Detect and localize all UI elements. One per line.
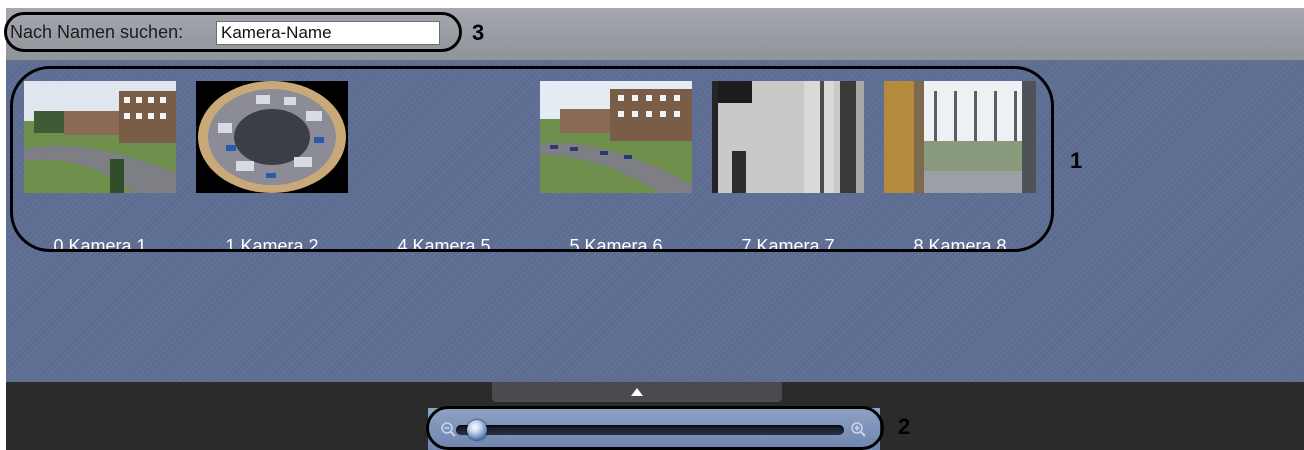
camera-tile[interactable]: 4.Kamera 5 [368,81,520,256]
zoom-in-icon[interactable] [850,421,866,437]
camera-preview-empty[interactable] [368,81,520,193]
bottom-panel [6,382,1304,450]
camera-label[interactable]: 8.Kamera 8 [874,236,1046,257]
camera-browser-window: Nach Namen suchen: 0.Kamera 1 [6,8,1304,450]
zoom-slider-panel [428,408,880,450]
camera-tile[interactable]: 5.Kamera 6 [540,81,692,256]
camera-preview-image[interactable] [540,81,692,193]
camera-list: 0.Kamera 1 1.Kamera 2 4.Kamera 5 5.Kamer… [6,61,1304,382]
camera-label[interactable]: 4.Kamera 5 [358,236,530,257]
camera-tile[interactable]: 7.Kamera 7 [712,81,864,256]
camera-preview-image[interactable] [24,81,176,193]
camera-label[interactable]: 1.Kamera 2 [186,236,358,257]
zoom-out-icon[interactable] [440,421,456,437]
zoom-slider-handle[interactable] [467,420,487,440]
annotation-number-search: 3 [472,20,485,45]
camera-preview-image[interactable] [196,81,348,193]
collapse-toggle-button[interactable] [492,382,782,402]
zoom-slider-track[interactable] [456,420,844,440]
search-label: Nach Namen suchen: [10,22,184,42]
camera-preview-image[interactable] [884,81,1036,193]
annotation-number-camera-list: 1 [1070,148,1083,173]
search-toolbar: Nach Namen suchen: [6,8,1304,61]
camera-preview-image[interactable] [712,81,864,193]
camera-tile[interactable]: 8.Kamera 8 [884,81,1036,256]
camera-label[interactable]: 5.Kamera 6 [530,236,702,257]
annotation-number-zoom-slider: 2 [898,414,911,439]
camera-label[interactable]: 7.Kamera 7 [702,236,874,257]
search-input[interactable] [216,21,440,45]
camera-label[interactable]: 0.Kamera 1 [14,236,186,257]
camera-tile[interactable]: 1.Kamera 2 [196,81,348,256]
triangle-up-icon [631,388,643,396]
camera-tile[interactable]: 0.Kamera 1 [24,81,176,256]
